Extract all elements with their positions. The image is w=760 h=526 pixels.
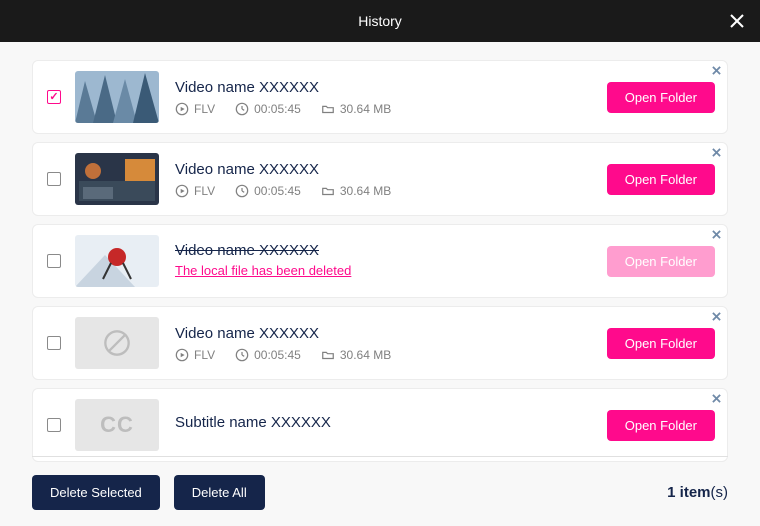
size-meta: 30.64 MB: [321, 184, 391, 198]
footer: Delete Selected Delete All 1 item(s): [32, 456, 728, 510]
open-folder-button[interactable]: Open Folder: [607, 328, 715, 359]
cc-icon: CC: [100, 412, 134, 438]
clock-icon: [235, 184, 249, 198]
row-close-icon[interactable]: [711, 147, 721, 157]
open-folder-button[interactable]: Open Folder: [607, 164, 715, 195]
folder-icon: [321, 348, 335, 362]
history-row: Video name XXXXXX The local file has bee…: [32, 224, 728, 298]
row-close-icon[interactable]: [711, 393, 721, 403]
open-folder-button[interactable]: Open Folder: [607, 82, 715, 113]
subtitle-title: Subtitle name XXXXXX: [175, 414, 607, 431]
row-info: Video name XXXXXX FLV 00:05:45 30.64 MB: [175, 325, 607, 362]
video-title: Video name XXXXXX: [175, 161, 607, 178]
folder-icon: [321, 184, 335, 198]
row-checkbox[interactable]: [47, 172, 61, 186]
row-info: Video name XXXXXX The local file has bee…: [175, 242, 607, 280]
row-checkbox[interactable]: [47, 418, 61, 432]
row-close-icon[interactable]: [711, 229, 721, 239]
history-row: CC Subtitle name XXXXXX Open Folder: [32, 388, 728, 462]
play-icon: [175, 348, 189, 362]
duration-meta: 00:05:45: [235, 348, 301, 362]
open-folder-button[interactable]: Open Folder: [607, 410, 715, 441]
row-checkbox[interactable]: [47, 336, 61, 350]
dialog-title: History: [358, 13, 402, 29]
history-row: Video name XXXXXX FLV 00:05:45 30.64 MB …: [32, 306, 728, 380]
video-thumbnail: [75, 71, 159, 123]
video-title: Video name XXXXXX: [175, 79, 607, 96]
row-close-icon[interactable]: [711, 311, 721, 321]
delete-selected-button[interactable]: Delete Selected: [32, 475, 160, 510]
no-preview-icon: [103, 329, 131, 357]
video-thumbnail: [75, 153, 159, 205]
clock-icon: [235, 348, 249, 362]
open-folder-button: Open Folder: [607, 246, 715, 277]
clock-icon: [235, 102, 249, 116]
row-info: Video name XXXXXX FLV 00:05:45 30.64 MB: [175, 79, 607, 116]
history-row: Video name XXXXXX FLV 00:05:45 30.64 MB …: [32, 60, 728, 134]
format-meta: FLV: [175, 184, 215, 198]
play-icon: [175, 184, 189, 198]
close-icon[interactable]: [728, 12, 746, 30]
duration-meta: 00:05:45: [235, 184, 301, 198]
size-meta: 30.64 MB: [321, 102, 391, 116]
row-info: Subtitle name XXXXXX: [175, 414, 607, 437]
video-title: Video name XXXXXX: [175, 242, 607, 259]
play-icon: [175, 102, 189, 116]
history-row: Video name XXXXXX FLV 00:05:45 30.64 MB …: [32, 142, 728, 216]
dialog-header: History: [0, 0, 760, 42]
row-close-icon[interactable]: [711, 65, 721, 75]
format-meta: FLV: [175, 102, 215, 116]
history-list: Video name XXXXXX FLV 00:05:45 30.64 MB …: [0, 42, 760, 462]
video-meta: FLV 00:05:45 30.64 MB: [175, 348, 607, 362]
row-checkbox[interactable]: [47, 90, 61, 104]
row-info: Video name XXXXXX FLV 00:05:45 30.64 MB: [175, 161, 607, 198]
folder-icon: [321, 102, 335, 116]
video-thumbnail: [75, 235, 159, 287]
item-count: 1 item(s): [667, 484, 728, 501]
delete-all-button[interactable]: Delete All: [174, 475, 265, 510]
video-meta: FLV 00:05:45 30.64 MB: [175, 184, 607, 198]
size-meta: 30.64 MB: [321, 348, 391, 362]
row-checkbox[interactable]: [47, 254, 61, 268]
subtitle-thumbnail: CC: [75, 399, 159, 451]
format-meta: FLV: [175, 348, 215, 362]
video-title: Video name XXXXXX: [175, 325, 607, 342]
video-meta: FLV 00:05:45 30.64 MB: [175, 102, 607, 116]
video-thumbnail-placeholder: [75, 317, 159, 369]
duration-meta: 00:05:45: [235, 102, 301, 116]
deleted-message[interactable]: The local file has been deleted: [175, 263, 351, 278]
